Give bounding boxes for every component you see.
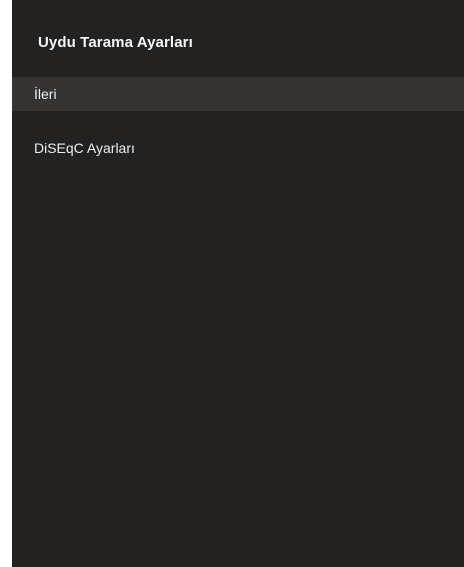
menu-item-label: DiSEqC Ayarları xyxy=(34,140,135,156)
menu-item-next[interactable]: İleri xyxy=(12,77,464,111)
menu-item-diseqc-settings[interactable]: DiSEqC Ayarları xyxy=(12,131,464,165)
menu-item-label: İleri xyxy=(34,86,57,102)
panel-title: Uydu Tarama Ayarları xyxy=(38,34,193,51)
settings-panel: Uydu Tarama Ayarları İleri DiSEqC Ayarla… xyxy=(12,0,464,567)
